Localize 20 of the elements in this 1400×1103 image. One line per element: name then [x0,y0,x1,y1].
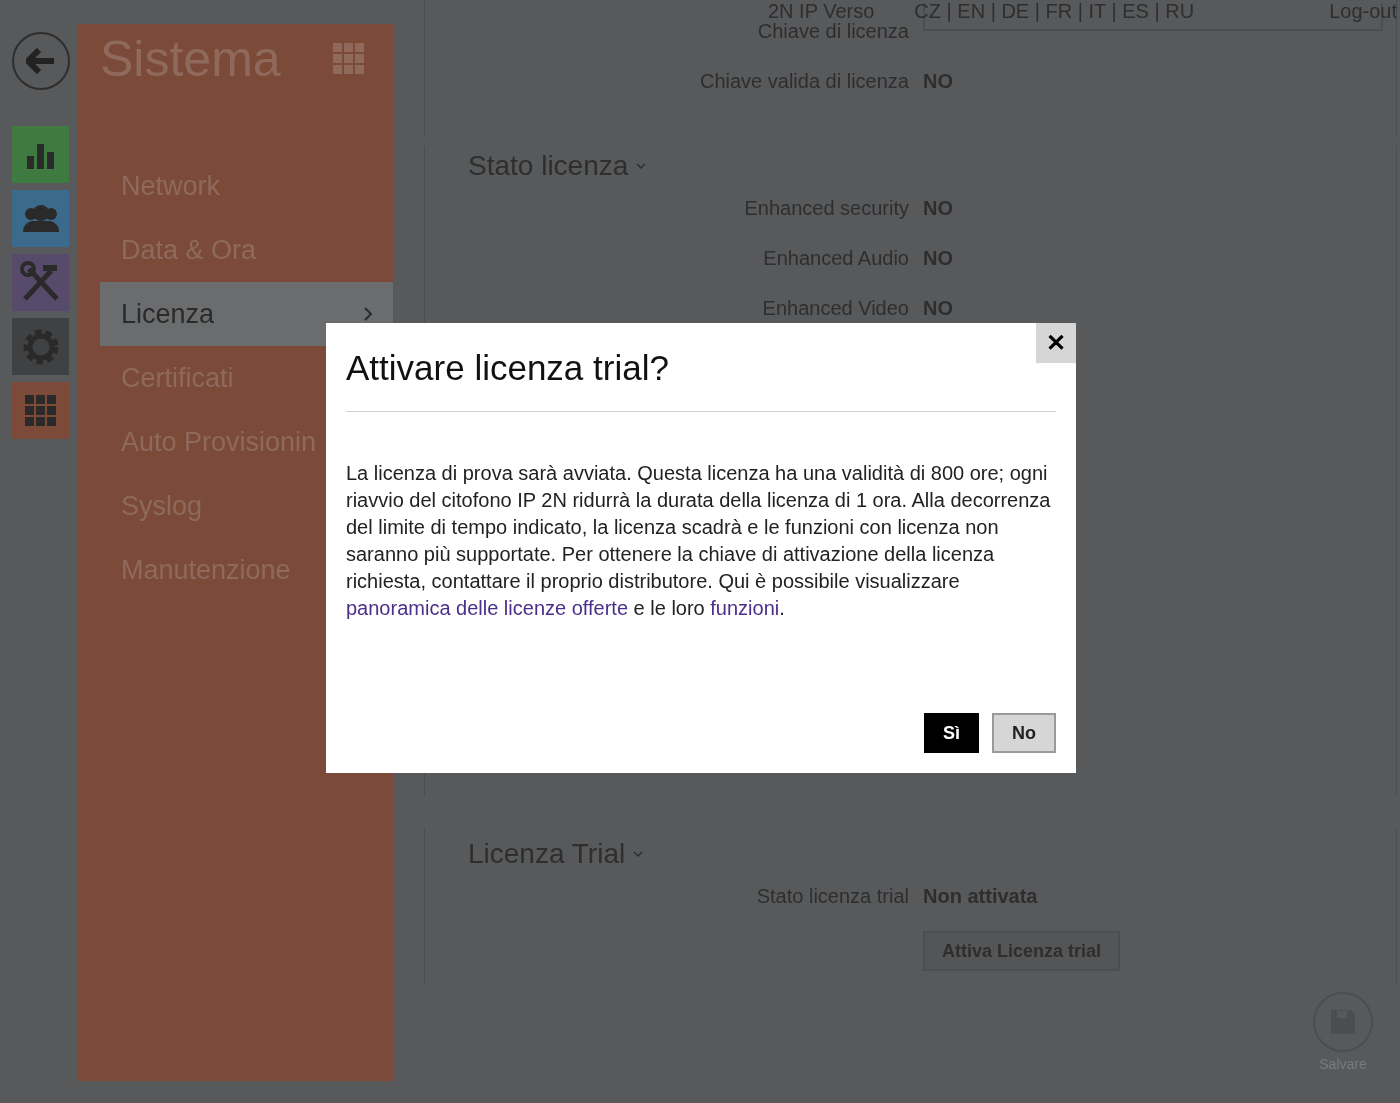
chevron-down-icon [633,850,644,858]
link[interactable]: funzioni [710,597,780,619]
module-tile[interactable] [12,382,69,439]
back-button[interactable] [12,32,70,90]
sidebar-item[interactable]: Licenza [100,282,393,346]
link[interactable]: panoramica delle licenze offerte [346,597,629,619]
module-tile[interactable] [12,126,69,183]
module-tile[interactable] [12,318,69,375]
cancel-button[interactable]: No [992,713,1056,753]
confirm-button[interactable]: Sì [924,713,979,753]
module-tile[interactable] [12,190,69,247]
dialog-message: La licenza di prova sarà avviata. Questa licenza ha una validità di 800 ore; ogni riavvio del citofono IP 2N ridurrà la durata della licenza di 1 ora. Alla decorrenza del limite di tempo indicato, la licenza scadrà e le funzioni con licenza non saranno più supportate. Per ottenere la chiave di attivazione della licenza richiesta, contattare il proprio distributore. Qui è possibile visualizzare panoramica delle licenze offerte e le loro funzioni. [346,461,1052,621]
arrow-left-icon [26,48,56,74]
grid-icon [333,43,365,75]
dialog-title: Attivare licenza trial? [346,347,670,389]
module-tile[interactable] [12,254,69,311]
grid-icon [23,393,58,428]
chevron-right-icon [363,306,373,322]
close-button[interactable]: ✕ [1036,323,1076,363]
chevron-down-icon [636,162,647,170]
